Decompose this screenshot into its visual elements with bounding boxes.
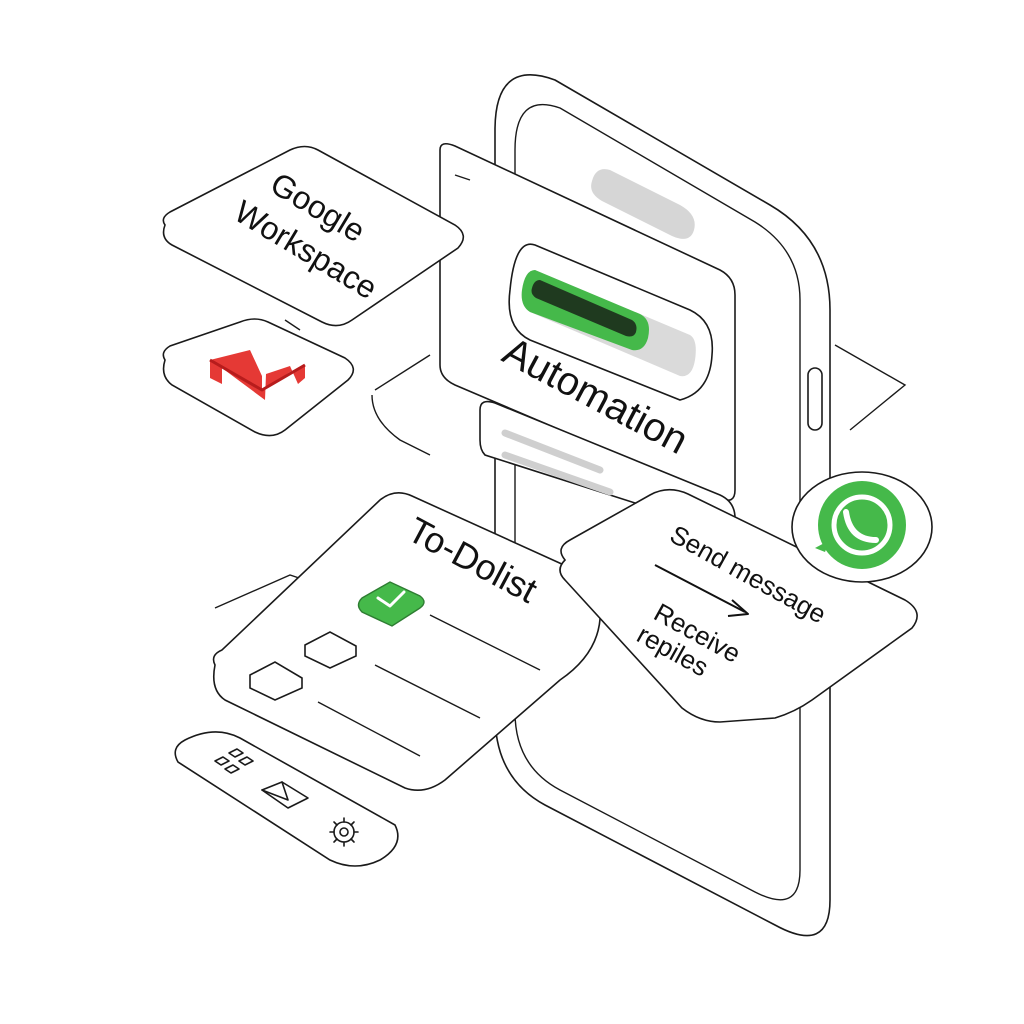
phone-side-button[interactable] [807, 367, 823, 431]
whatsapp-badge[interactable] [791, 471, 933, 583]
google-workspace-card[interactable]: Google Workspace [162, 145, 465, 327]
gmail-card[interactable] [162, 318, 355, 437]
automation-illustration: Automation Google Workspace To-Dolist Se… [162, 74, 933, 937]
